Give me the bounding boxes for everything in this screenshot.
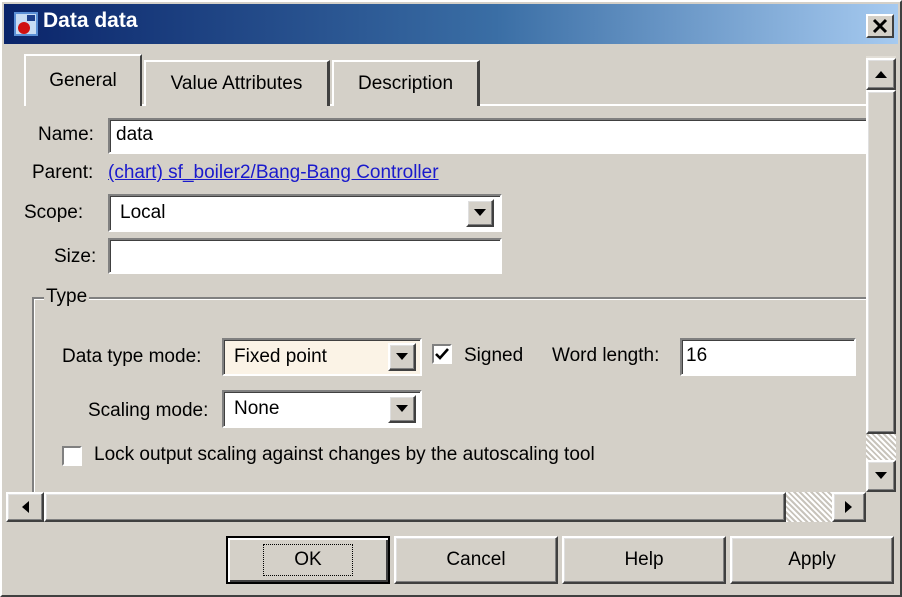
triangle-up-icon — [875, 71, 887, 78]
parent-link[interactable]: (chart) sf_boiler2/Bang-Bang Controller — [108, 162, 439, 184]
scaling-mode-dropdown-arrow[interactable] — [388, 395, 416, 423]
size-label: Size: — [54, 246, 97, 267]
tab-description[interactable]: Description — [332, 60, 480, 106]
word-length-value: 16 — [686, 345, 708, 366]
name-input-value: data — [116, 124, 153, 145]
cancel-button[interactable]: Cancel — [394, 536, 558, 584]
triangle-left-icon — [22, 501, 29, 513]
cancel-button-label: Cancel — [446, 549, 506, 570]
horizontal-scroll-track[interactable] — [786, 492, 832, 522]
title-bar[interactable] — [4, 4, 898, 44]
word-length-input[interactable]: 16 — [680, 338, 856, 376]
tab-value-attributes-label: Value Attributes — [170, 73, 303, 94]
scaling-mode-dropdown[interactable]: None — [222, 390, 422, 428]
lock-output-scaling-checkbox[interactable] — [62, 446, 82, 466]
triangle-down-icon — [474, 209, 486, 216]
apply-button-label: Apply — [788, 549, 836, 570]
data-type-mode-value: Fixed point — [234, 346, 327, 367]
horizontal-scroll-thumb[interactable] — [44, 492, 786, 522]
lock-output-scaling-label: Lock output scaling against changes by t… — [94, 444, 595, 465]
help-button-label: Help — [624, 549, 664, 570]
name-input[interactable]: data — [108, 118, 868, 154]
tab-general[interactable]: General — [24, 54, 142, 106]
tab-general-label: General — [49, 70, 117, 91]
name-label: Name: — [38, 124, 94, 145]
ok-button-label: OK — [263, 544, 353, 576]
scroll-down-button[interactable] — [866, 460, 896, 492]
type-group-legend: Type — [44, 286, 90, 308]
data-type-mode-label: Data type mode: — [62, 346, 202, 367]
scope-label: Scope: — [24, 202, 84, 223]
scope-value: Local — [120, 202, 166, 223]
triangle-down-icon — [396, 353, 408, 360]
checkmark-icon — [435, 348, 449, 360]
signed-checkbox[interactable] — [432, 344, 452, 364]
size-input[interactable] — [108, 238, 502, 274]
apply-button[interactable]: Apply — [730, 536, 894, 584]
vertical-scroll-track[interactable] — [866, 434, 896, 460]
scroll-left-button[interactable] — [6, 492, 44, 522]
scaling-mode-value: None — [234, 398, 280, 419]
data-type-mode-dropdown[interactable]: Fixed point — [222, 338, 422, 376]
triangle-down-icon — [875, 472, 887, 479]
window-title: Data data — [43, 9, 138, 32]
ok-button[interactable]: OK — [226, 536, 390, 584]
triangle-right-icon — [845, 501, 852, 513]
data-type-mode-dropdown-arrow[interactable] — [388, 343, 416, 371]
tab-description-label: Description — [357, 73, 454, 94]
word-length-label: Word length: — [552, 345, 660, 366]
scroll-right-button[interactable] — [832, 492, 866, 522]
scaling-mode-label: Scaling mode: — [88, 400, 209, 421]
scope-dropdown[interactable]: Local — [108, 194, 502, 232]
scope-dropdown-arrow[interactable] — [466, 199, 494, 227]
help-button[interactable]: Help — [562, 536, 726, 584]
triangle-down-icon — [396, 405, 408, 412]
tab-value-attributes[interactable]: Value Attributes — [144, 60, 330, 106]
signed-label: Signed — [464, 345, 524, 366]
app-icon — [14, 12, 38, 36]
scroll-up-button[interactable] — [866, 58, 896, 90]
close-button[interactable] — [866, 14, 894, 38]
vertical-scroll-thumb[interactable] — [866, 90, 896, 434]
close-icon — [872, 18, 888, 34]
parent-label: Parent: — [32, 162, 94, 183]
